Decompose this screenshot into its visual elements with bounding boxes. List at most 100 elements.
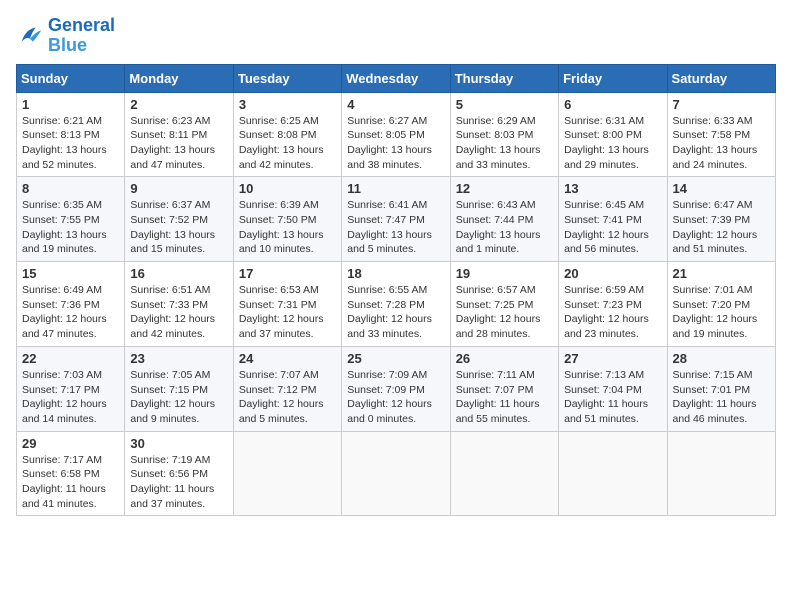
calendar-cell: 20 Sunrise: 6:59 AMSunset: 7:23 PMDayligh… (559, 262, 667, 347)
day-number: 1 (22, 97, 119, 112)
day-number: 25 (347, 351, 444, 366)
day-info: Sunrise: 6:51 AMSunset: 7:33 PMDaylight:… (130, 283, 227, 342)
day-info: Sunrise: 7:05 AMSunset: 7:15 PMDaylight:… (130, 368, 227, 427)
day-number: 14 (673, 181, 770, 196)
day-number: 22 (22, 351, 119, 366)
day-number: 27 (564, 351, 661, 366)
day-info: Sunrise: 7:19 AMSunset: 6:56 PMDaylight:… (130, 453, 227, 512)
day-number: 3 (239, 97, 336, 112)
day-info: Sunrise: 6:45 AMSunset: 7:41 PMDaylight:… (564, 198, 661, 257)
day-number: 24 (239, 351, 336, 366)
day-info: Sunrise: 7:13 AMSunset: 7:04 PMDaylight:… (564, 368, 661, 427)
calendar-cell: 5 Sunrise: 6:29 AMSunset: 8:03 PMDaylight… (450, 92, 558, 177)
calendar-cell: 6 Sunrise: 6:31 AMSunset: 8:00 PMDaylight… (559, 92, 667, 177)
calendar-cell: 4 Sunrise: 6:27 AMSunset: 8:05 PMDaylight… (342, 92, 450, 177)
day-info: Sunrise: 6:31 AMSunset: 8:00 PMDaylight:… (564, 114, 661, 173)
calendar-week-3: 15 Sunrise: 6:49 AMSunset: 7:36 PMDayligh… (17, 262, 776, 347)
day-header-friday: Friday (559, 64, 667, 92)
day-number: 9 (130, 181, 227, 196)
day-number: 20 (564, 266, 661, 281)
day-info: Sunrise: 6:21 AMSunset: 8:13 PMDaylight:… (22, 114, 119, 173)
logo-text: GeneralBlue (48, 16, 115, 56)
calendar-cell: 23 Sunrise: 7:05 AMSunset: 7:15 PMDayligh… (125, 346, 233, 431)
day-number: 4 (347, 97, 444, 112)
day-info: Sunrise: 6:59 AMSunset: 7:23 PMDaylight:… (564, 283, 661, 342)
day-info: Sunrise: 6:53 AMSunset: 7:31 PMDaylight:… (239, 283, 336, 342)
day-number: 19 (456, 266, 553, 281)
day-number: 17 (239, 266, 336, 281)
calendar-cell (233, 431, 341, 516)
day-header-thursday: Thursday (450, 64, 558, 92)
calendar-cell: 7 Sunrise: 6:33 AMSunset: 7:58 PMDaylight… (667, 92, 775, 177)
calendar-cell: 11 Sunrise: 6:41 AMSunset: 7:47 PMDayligh… (342, 177, 450, 262)
calendar-cell: 13 Sunrise: 6:45 AMSunset: 7:41 PMDayligh… (559, 177, 667, 262)
day-header-saturday: Saturday (667, 64, 775, 92)
day-number: 8 (22, 181, 119, 196)
calendar-cell: 1 Sunrise: 6:21 AMSunset: 8:13 PMDaylight… (17, 92, 125, 177)
day-info: Sunrise: 6:35 AMSunset: 7:55 PMDaylight:… (22, 198, 119, 257)
calendar-cell (342, 431, 450, 516)
day-number: 11 (347, 181, 444, 196)
calendar-cell: 3 Sunrise: 6:25 AMSunset: 8:08 PMDaylight… (233, 92, 341, 177)
page-header: GeneralBlue (16, 16, 776, 56)
calendar-cell: 16 Sunrise: 6:51 AMSunset: 7:33 PMDayligh… (125, 262, 233, 347)
day-info: Sunrise: 6:33 AMSunset: 7:58 PMDaylight:… (673, 114, 770, 173)
day-number: 6 (564, 97, 661, 112)
day-number: 7 (673, 97, 770, 112)
day-header-tuesday: Tuesday (233, 64, 341, 92)
day-number: 12 (456, 181, 553, 196)
day-header-monday: Monday (125, 64, 233, 92)
calendar-cell: 15 Sunrise: 6:49 AMSunset: 7:36 PMDayligh… (17, 262, 125, 347)
day-info: Sunrise: 6:55 AMSunset: 7:28 PMDaylight:… (347, 283, 444, 342)
calendar-cell: 27 Sunrise: 7:13 AMSunset: 7:04 PMDayligh… (559, 346, 667, 431)
calendar-cell: 17 Sunrise: 6:53 AMSunset: 7:31 PMDayligh… (233, 262, 341, 347)
day-number: 15 (22, 266, 119, 281)
day-number: 23 (130, 351, 227, 366)
day-info: Sunrise: 7:07 AMSunset: 7:12 PMDaylight:… (239, 368, 336, 427)
day-number: 5 (456, 97, 553, 112)
calendar-cell: 12 Sunrise: 6:43 AMSunset: 7:44 PMDayligh… (450, 177, 558, 262)
day-number: 13 (564, 181, 661, 196)
calendar-header-row: SundayMondayTuesdayWednesdayThursdayFrid… (17, 64, 776, 92)
calendar-week-4: 22 Sunrise: 7:03 AMSunset: 7:17 PMDayligh… (17, 346, 776, 431)
calendar-cell: 18Sunrise: 6:55 AMSunset: 7:28 PMDayligh… (342, 262, 450, 347)
day-info: Sunrise: 6:57 AMSunset: 7:25 PMDaylight:… (456, 283, 553, 342)
day-info: Sunrise: 6:29 AMSunset: 8:03 PMDaylight:… (456, 114, 553, 173)
calendar-cell: 2Sunrise: 6:23 AMSunset: 8:11 PMDaylight… (125, 92, 233, 177)
day-info: Sunrise: 6:25 AMSunset: 8:08 PMDaylight:… (239, 114, 336, 173)
day-info: Sunrise: 6:37 AMSunset: 7:52 PMDaylight:… (130, 198, 227, 257)
day-info: Sunrise: 6:41 AMSunset: 7:47 PMDaylight:… (347, 198, 444, 257)
calendar-week-5: 29Sunrise: 7:17 AMSunset: 6:58 PMDayligh… (17, 431, 776, 516)
day-number: 21 (673, 266, 770, 281)
calendar-cell: 30 Sunrise: 7:19 AMSunset: 6:56 PMDayligh… (125, 431, 233, 516)
calendar-cell (667, 431, 775, 516)
calendar-cell: 28Sunrise: 7:15 AMSunset: 7:01 PMDayligh… (667, 346, 775, 431)
calendar-cell: 19 Sunrise: 6:57 AMSunset: 7:25 PMDayligh… (450, 262, 558, 347)
day-info: Sunrise: 7:09 AMSunset: 7:09 PMDaylight:… (347, 368, 444, 427)
calendar-cell: 21 Sunrise: 7:01 AMSunset: 7:20 PMDayligh… (667, 262, 775, 347)
calendar-cell: 22 Sunrise: 7:03 AMSunset: 7:17 PMDayligh… (17, 346, 125, 431)
day-header-sunday: Sunday (17, 64, 125, 92)
day-info: Sunrise: 6:47 AMSunset: 7:39 PMDaylight:… (673, 198, 770, 257)
day-info: Sunrise: 7:11 AMSunset: 7:07 PMDaylight:… (456, 368, 553, 427)
day-info: Sunrise: 7:01 AMSunset: 7:20 PMDaylight:… (673, 283, 770, 342)
day-info: Sunrise: 6:39 AMSunset: 7:50 PMDaylight:… (239, 198, 336, 257)
day-info: Sunrise: 6:43 AMSunset: 7:44 PMDaylight:… (456, 198, 553, 257)
day-header-wednesday: Wednesday (342, 64, 450, 92)
day-info: Sunrise: 6:27 AMSunset: 8:05 PMDaylight:… (347, 114, 444, 173)
day-info: Sunrise: 7:15 AMSunset: 7:01 PMDaylight:… (673, 368, 770, 427)
calendar-cell: 10Sunrise: 6:39 AMSunset: 7:50 PMDayligh… (233, 177, 341, 262)
calendar-cell (450, 431, 558, 516)
calendar-cell: 14 Sunrise: 6:47 AMSunset: 7:39 PMDayligh… (667, 177, 775, 262)
calendar-week-1: 1 Sunrise: 6:21 AMSunset: 8:13 PMDaylight… (17, 92, 776, 177)
day-info: Sunrise: 7:03 AMSunset: 7:17 PMDaylight:… (22, 368, 119, 427)
calendar-cell: 9 Sunrise: 6:37 AMSunset: 7:52 PMDaylight… (125, 177, 233, 262)
day-info: Sunrise: 7:17 AMSunset: 6:58 PMDaylight:… (22, 453, 119, 512)
day-number: 26 (456, 351, 553, 366)
calendar-cell: 25 Sunrise: 7:09 AMSunset: 7:09 PMDayligh… (342, 346, 450, 431)
day-info: Sunrise: 6:49 AMSunset: 7:36 PMDaylight:… (22, 283, 119, 342)
day-number: 30 (130, 436, 227, 451)
calendar-cell: 26 Sunrise: 7:11 AMSunset: 7:07 PMDayligh… (450, 346, 558, 431)
logo-icon (16, 22, 44, 50)
day-number: 16 (130, 266, 227, 281)
